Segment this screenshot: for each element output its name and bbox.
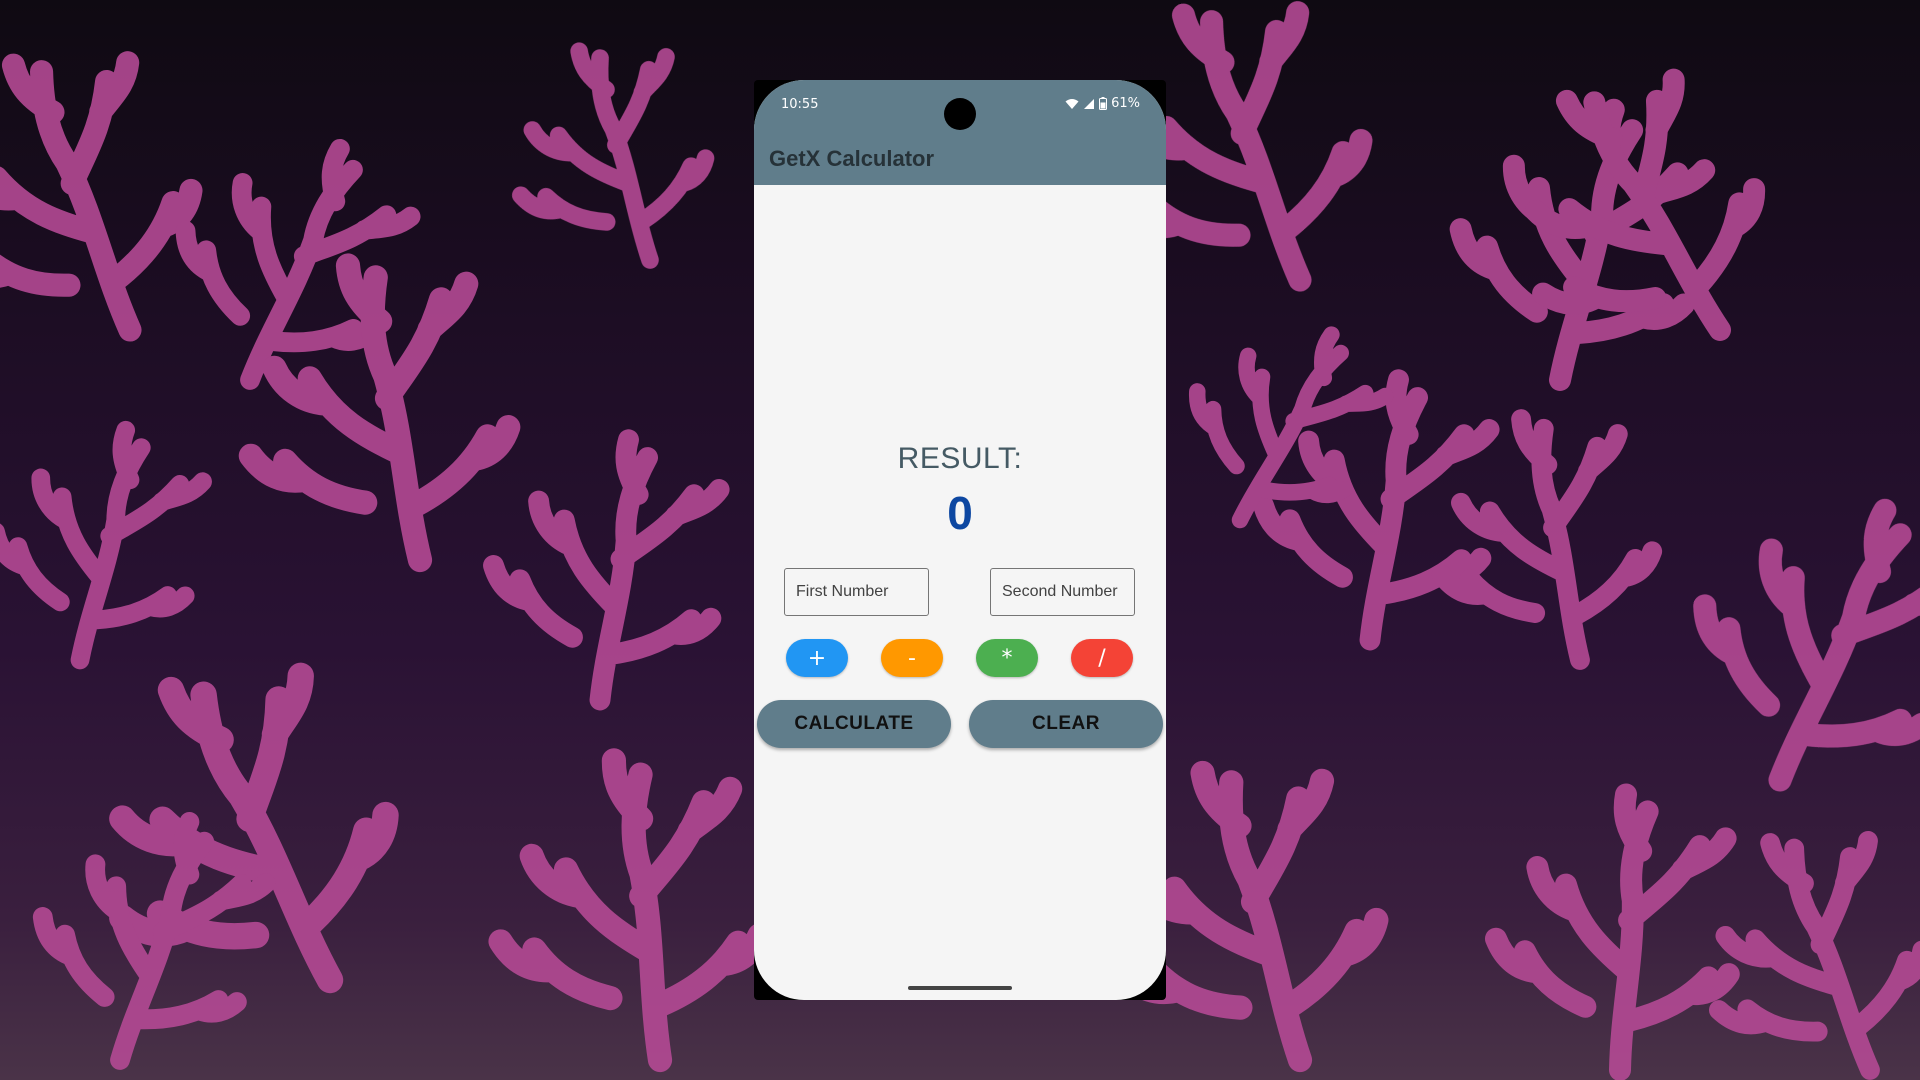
app-screen: 10:55 61% GetX Calculator RESULT: 0 Firs… — [754, 80, 1166, 1000]
divide-button[interactable]: / — [1071, 639, 1133, 677]
result-value: 0 — [947, 487, 973, 539]
add-button[interactable]: + — [786, 639, 848, 677]
multiply-button[interactable]: * — [976, 639, 1038, 677]
clear-button[interactable]: CLEAR — [969, 700, 1163, 748]
status-time: 10:55 — [781, 97, 819, 112]
subtract-button[interactable]: - — [881, 639, 943, 677]
wifi-icon — [1065, 98, 1079, 109]
first-number-input[interactable] — [784, 568, 929, 616]
battery-icon — [1099, 97, 1108, 110]
result-label: RESULT: — [897, 442, 1023, 475]
app-bar: 10:55 61% GetX Calculator — [754, 80, 1166, 185]
signal-icon — [1084, 98, 1095, 109]
battery-percentage: 61% — [1111, 96, 1140, 111]
camera-cutout — [944, 98, 976, 130]
home-indicator[interactable] — [908, 986, 1012, 990]
app-title: GetX Calculator — [769, 146, 935, 171]
phone-frame: 10:55 61% GetX Calculator RESULT: 0 Firs… — [754, 80, 1166, 1000]
calculate-button[interactable]: CALCULATE — [757, 700, 951, 748]
status-icons: 61% — [1065, 96, 1140, 111]
second-number-input[interactable] — [990, 568, 1135, 616]
